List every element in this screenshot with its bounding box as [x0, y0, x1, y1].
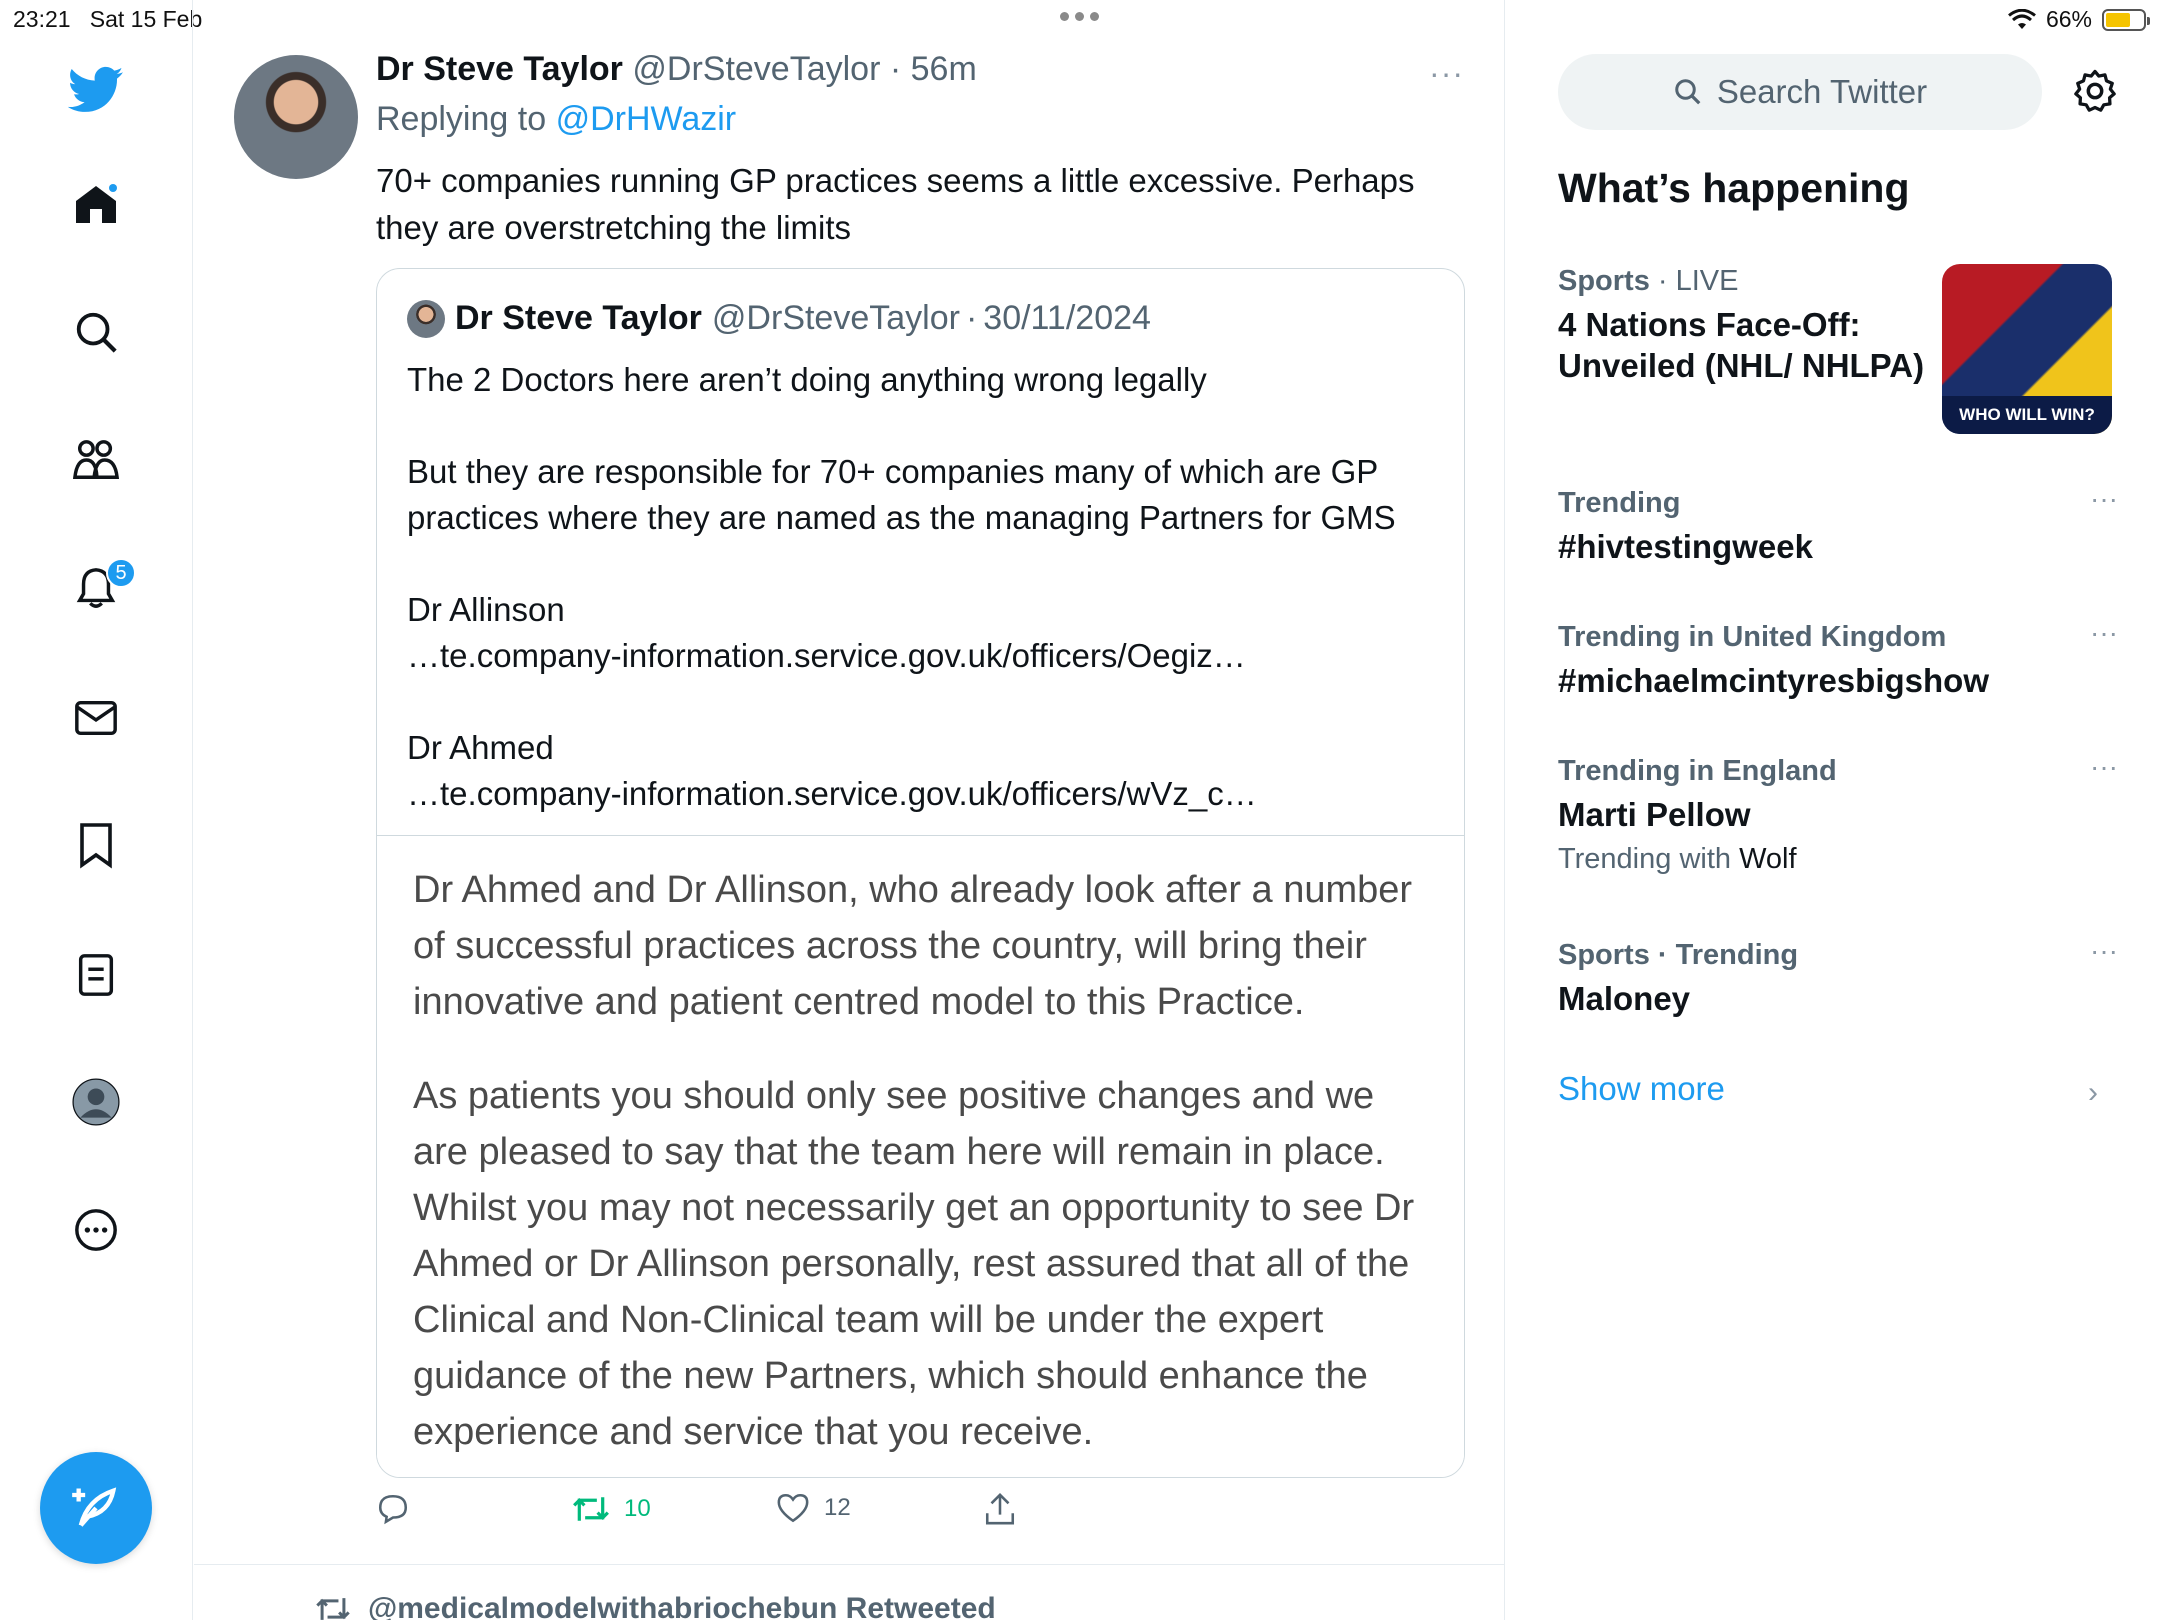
trend-more-icon[interactable]: ···: [2090, 935, 2118, 967]
divider: [194, 1564, 1504, 1565]
like-button[interactable]: 12: [776, 1492, 851, 1524]
status-indicators: 66%: [2008, 6, 2150, 33]
home-icon[interactable]: [66, 175, 126, 235]
reply-button[interactable]: [376, 1492, 410, 1526]
replying-label: Replying to: [376, 100, 547, 138]
author-name[interactable]: Dr Steve Taylor: [376, 50, 623, 88]
trend-item[interactable]: Trending in England Marti Pellow Trendin…: [1558, 751, 2118, 876]
tweet-time[interactable]: 56m: [911, 50, 977, 88]
tweet-text: 70+ companies running GP practices seems…: [376, 162, 1415, 246]
tweet-more-icon[interactable]: ···: [1429, 55, 1464, 92]
quoted-line: Dr Ahmed: [407, 729, 554, 766]
quoted-line: But they are responsible for 70+ compani…: [407, 453, 1396, 536]
trend-related-link[interactable]: Wolf: [1739, 843, 1796, 875]
like-count: 12: [824, 1494, 851, 1521]
retweet-icon: [316, 1598, 350, 1620]
replying-to: Replying to @DrHWazir: [376, 100, 736, 139]
image-text: Dr Ahmed and Dr Allinson, who already lo…: [413, 862, 1433, 1460]
trend-more-icon[interactable]: ···: [2090, 751, 2118, 783]
trend-more-icon[interactable]: ···: [2090, 483, 2118, 515]
reply-icon: [378, 1494, 408, 1525]
tweet-actions: 10 12: [376, 1492, 1076, 1532]
wifi-icon: [2008, 8, 2036, 29]
search-placeholder: Search Twitter: [1716, 73, 1928, 110]
trend-item[interactable]: Sports · Trending Maloney ···: [1558, 935, 2118, 1019]
quoted-link: …te.company-information.service.gov.uk/o…: [407, 637, 1246, 674]
image-paragraph: As patients you should only see positive…: [413, 1075, 1415, 1453]
thumbnail-caption: WHO WILL WIN?: [1942, 396, 2112, 434]
trend-item[interactable]: Sports · LIVE 4 Nations Face-Off: Unveil…: [1558, 265, 1928, 386]
settings-gear-icon[interactable]: [2072, 68, 2118, 114]
compose-tweet-button[interactable]: [40, 1452, 152, 1564]
trend-category: Trending: [1558, 487, 1681, 519]
image-paragraph: Dr Ahmed and Dr Allinson, who already lo…: [413, 869, 1413, 1023]
left-navigation: 5: [0, 0, 193, 1620]
trend-related: Trending with Wolf: [1558, 843, 1797, 875]
trend-category: Sports · Trending: [1558, 939, 1799, 971]
quoted-tweet-text: The 2 Doctors here aren’t doing anything…: [407, 357, 1447, 817]
quoted-date: 30/11/2024: [983, 299, 1151, 337]
share-button[interactable]: [984, 1492, 1016, 1526]
trend-thumbnail[interactable]: WHO WILL WIN?: [1942, 264, 2112, 434]
quoted-avatar: [407, 299, 445, 338]
trend-more-icon[interactable]: ···: [2090, 617, 2118, 649]
trend-category: Sports: [1558, 265, 1650, 297]
quoted-line: Dr Allinson: [407, 591, 565, 628]
trend-title: Marti Pellow: [1558, 796, 1751, 833]
trend-category: Trending in England: [1558, 755, 1837, 787]
trend-item[interactable]: Trending #hivtestingweek ···: [1558, 483, 2118, 567]
more-icon[interactable]: [66, 1200, 126, 1260]
trend-title: #hivtestingweek: [1558, 528, 1813, 565]
trend-category: Trending in United Kingdom: [1558, 621, 1947, 653]
lists-icon[interactable]: [66, 945, 126, 1005]
profile-icon[interactable]: [66, 1072, 126, 1132]
trend-title: #michaelmcintyresbigshow: [1558, 662, 1989, 699]
heart-icon: [777, 1493, 809, 1523]
battery-percent: 66%: [2045, 6, 2092, 32]
quoted-tweet-image[interactable]: Dr Ahmed and Dr Allinson, who already lo…: [377, 835, 1464, 1477]
quoted-link: …te.company-information.service.gov.uk/o…: [407, 775, 1257, 812]
replying-handle-link[interactable]: @DrHWazir: [556, 100, 737, 138]
retweet-button[interactable]: 10: [572, 1492, 651, 1526]
show-more-link[interactable]: Show more: [1558, 1070, 1725, 1108]
trend-title: Maloney: [1558, 980, 1691, 1017]
separator-dot: ·: [889, 50, 902, 88]
notification-badge: 5: [106, 558, 136, 588]
retweeted-by-label: @medicalmodelwithabriochebun Retweeted: [368, 1592, 996, 1620]
communities-icon[interactable]: [66, 430, 126, 490]
search-input[interactable]: Search Twitter: [1558, 54, 2042, 130]
avatar[interactable]: [234, 55, 358, 179]
retweeted-by[interactable]: @medicalmodelwithabriochebun Retweeted: [314, 1592, 996, 1620]
trend-title: 4 Nations Face-Off: Unveiled (NHL/ NHLPA…: [1558, 306, 1925, 384]
author-handle[interactable]: @DrSteveTaylor: [632, 50, 880, 88]
sidebar-heading: What’s happening: [1558, 165, 1910, 211]
quoted-author-name: Dr Steve Taylor: [455, 299, 702, 337]
main-timeline: Dr Steve Taylor @DrSteveTaylor · 56m ···…: [194, 0, 1505, 1620]
quoted-tweet-header: Dr Steve Taylor @DrSteveTaylor · 30/11/2…: [407, 299, 1151, 338]
trend-context: LIVE: [1675, 265, 1739, 297]
trend-item[interactable]: Trending in United Kingdom #michaelmcint…: [1558, 617, 2118, 701]
compose-quill-icon: [72, 1487, 117, 1527]
quoted-line: The 2 Doctors here aren’t doing anything…: [407, 361, 1207, 398]
twitter-logo-icon[interactable]: [66, 60, 126, 120]
quoted-tweet[interactable]: Dr Steve Taylor @DrSteveTaylor · 30/11/2…: [376, 268, 1465, 1478]
separator-dot: ·: [965, 299, 978, 337]
search-icon: [1675, 79, 1701, 105]
share-icon: [985, 1493, 1015, 1525]
tweet-header: Dr Steve Taylor @DrSteveTaylor · 56m: [376, 50, 977, 89]
search-icon[interactable]: [66, 302, 126, 362]
messages-icon[interactable]: [66, 688, 126, 748]
battery-icon: [2102, 8, 2150, 31]
retweet-count: 10: [624, 1495, 651, 1522]
retweet-icon: [573, 1497, 609, 1521]
quoted-author-handle: @DrSteveTaylor: [711, 299, 960, 337]
bookmarks-icon[interactable]: [66, 815, 126, 875]
chevron-right-icon[interactable]: ›: [2088, 1076, 2098, 1110]
notifications-icon[interactable]: 5: [66, 558, 136, 618]
